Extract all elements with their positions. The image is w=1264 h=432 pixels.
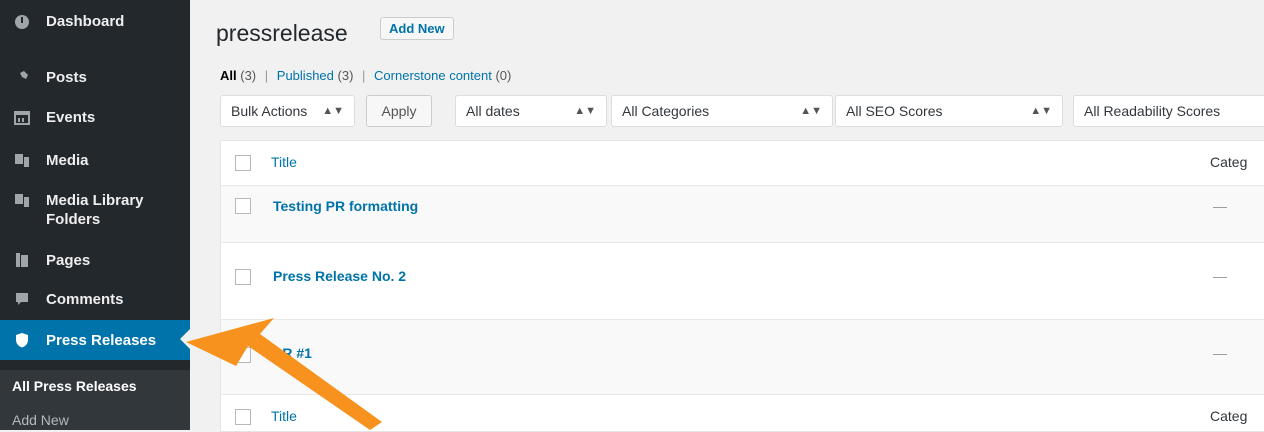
pin-icon: [12, 68, 32, 86]
menu-label-posts: Posts: [46, 69, 87, 86]
categories-filter-value: All Categories: [622, 103, 710, 119]
view-cornerstone-link[interactable]: Cornerstone content: [374, 68, 492, 83]
view-separator: |: [362, 68, 366, 83]
row-title-link[interactable]: Press Release No. 2: [273, 268, 406, 284]
menu-label-press-releases: Press Releases: [46, 331, 157, 349]
view-published-count: (3): [337, 68, 354, 83]
menu-label-media-library-folders: Media Library Folders: [46, 192, 144, 228]
shield-icon: [12, 331, 32, 349]
view-cornerstone-count: (0): [495, 68, 512, 83]
view-separator: |: [264, 68, 269, 83]
dates-filter-value: All dates: [466, 103, 520, 119]
seo-filter-value: All SEO Scores: [846, 103, 943, 119]
table-row: Testing PR formatting —: [221, 186, 1264, 243]
dashboard-icon: [12, 12, 32, 30]
dates-filter-select[interactable]: All dates ▲▼: [455, 95, 607, 127]
menu-item-events[interactable]: Events: [0, 108, 190, 127]
add-new-button[interactable]: Add New: [380, 17, 454, 40]
row-category: —: [1213, 345, 1227, 361]
seo-filter-select[interactable]: All SEO Scores ▲▼: [835, 95, 1063, 127]
view-published-link[interactable]: Published: [277, 68, 334, 83]
column-categories-header: Categ: [1210, 154, 1248, 170]
row-title-link[interactable]: Testing PR formatting: [273, 198, 418, 214]
admin-sidebar: Dashboard Posts Events Media Media Libra…: [0, 0, 190, 430]
menu-item-pages[interactable]: Pages: [0, 251, 190, 270]
column-title-header[interactable]: Title: [271, 154, 297, 170]
column-categories-footer: Categ: [1210, 408, 1248, 424]
calendar-icon: [12, 108, 32, 126]
media-icon: [12, 191, 32, 209]
bulk-actions-value: Bulk Actions: [231, 103, 308, 119]
menu-label-media: Media: [46, 152, 89, 169]
select-arrows-icon: ▲▼: [1030, 105, 1052, 117]
menu-item-dashboard[interactable]: Dashboard: [0, 12, 190, 31]
row-category: —: [1213, 198, 1227, 214]
menu-item-comments[interactable]: Comments: [0, 290, 190, 309]
select-arrows-icon: ▲▼: [800, 105, 822, 117]
page-icon: [12, 251, 32, 269]
submenu-all-press-releases[interactable]: All Press Releases: [12, 378, 137, 394]
menu-label-dashboard: Dashboard: [46, 13, 125, 30]
row-checkbox[interactable]: [235, 269, 251, 285]
apply-button[interactable]: Apply: [366, 95, 432, 127]
select-arrows-icon: ▲▼: [574, 105, 596, 117]
categories-filter-select[interactable]: All Categories ▲▼: [611, 95, 833, 127]
readability-filter-select[interactable]: All Readability Scores: [1073, 95, 1264, 127]
menu-item-press-releases[interactable]: Press Releases: [0, 320, 190, 360]
menu-item-posts[interactable]: Posts: [0, 68, 190, 87]
submenu-add-new[interactable]: Add New: [12, 412, 69, 428]
row-category: —: [1213, 268, 1227, 284]
bulk-actions-select[interactable]: Bulk Actions ▲▼: [220, 95, 355, 127]
row-checkbox[interactable]: [235, 198, 251, 214]
select-arrows-icon: ▲▼: [322, 105, 344, 117]
view-all-link[interactable]: All: [220, 68, 237, 83]
media-icon: [12, 151, 32, 169]
annotation-arrow-icon: [186, 318, 382, 430]
readability-filter-value: All Readability Scores: [1084, 103, 1221, 119]
menu-label-comments: Comments: [46, 291, 124, 308]
menu-label-pages: Pages: [46, 252, 91, 269]
page-title: pressrelease: [216, 20, 348, 46]
menu-label-events: Events: [46, 109, 96, 126]
menu-item-media-library-folders[interactable]: Media Library Folders: [0, 191, 190, 229]
table-row: Press Release No. 2 —: [221, 243, 1264, 320]
menu-item-media[interactable]: Media: [0, 151, 190, 170]
table-header-row: Title Categ: [221, 141, 1264, 186]
post-status-filter: All (3) | Published (3) | Cornerstone co…: [220, 68, 511, 83]
select-all-checkbox[interactable]: [235, 155, 251, 171]
press-releases-submenu: All Press Releases Add New: [0, 370, 190, 430]
comment-icon: [12, 290, 32, 308]
view-all-count: (3): [240, 68, 257, 83]
